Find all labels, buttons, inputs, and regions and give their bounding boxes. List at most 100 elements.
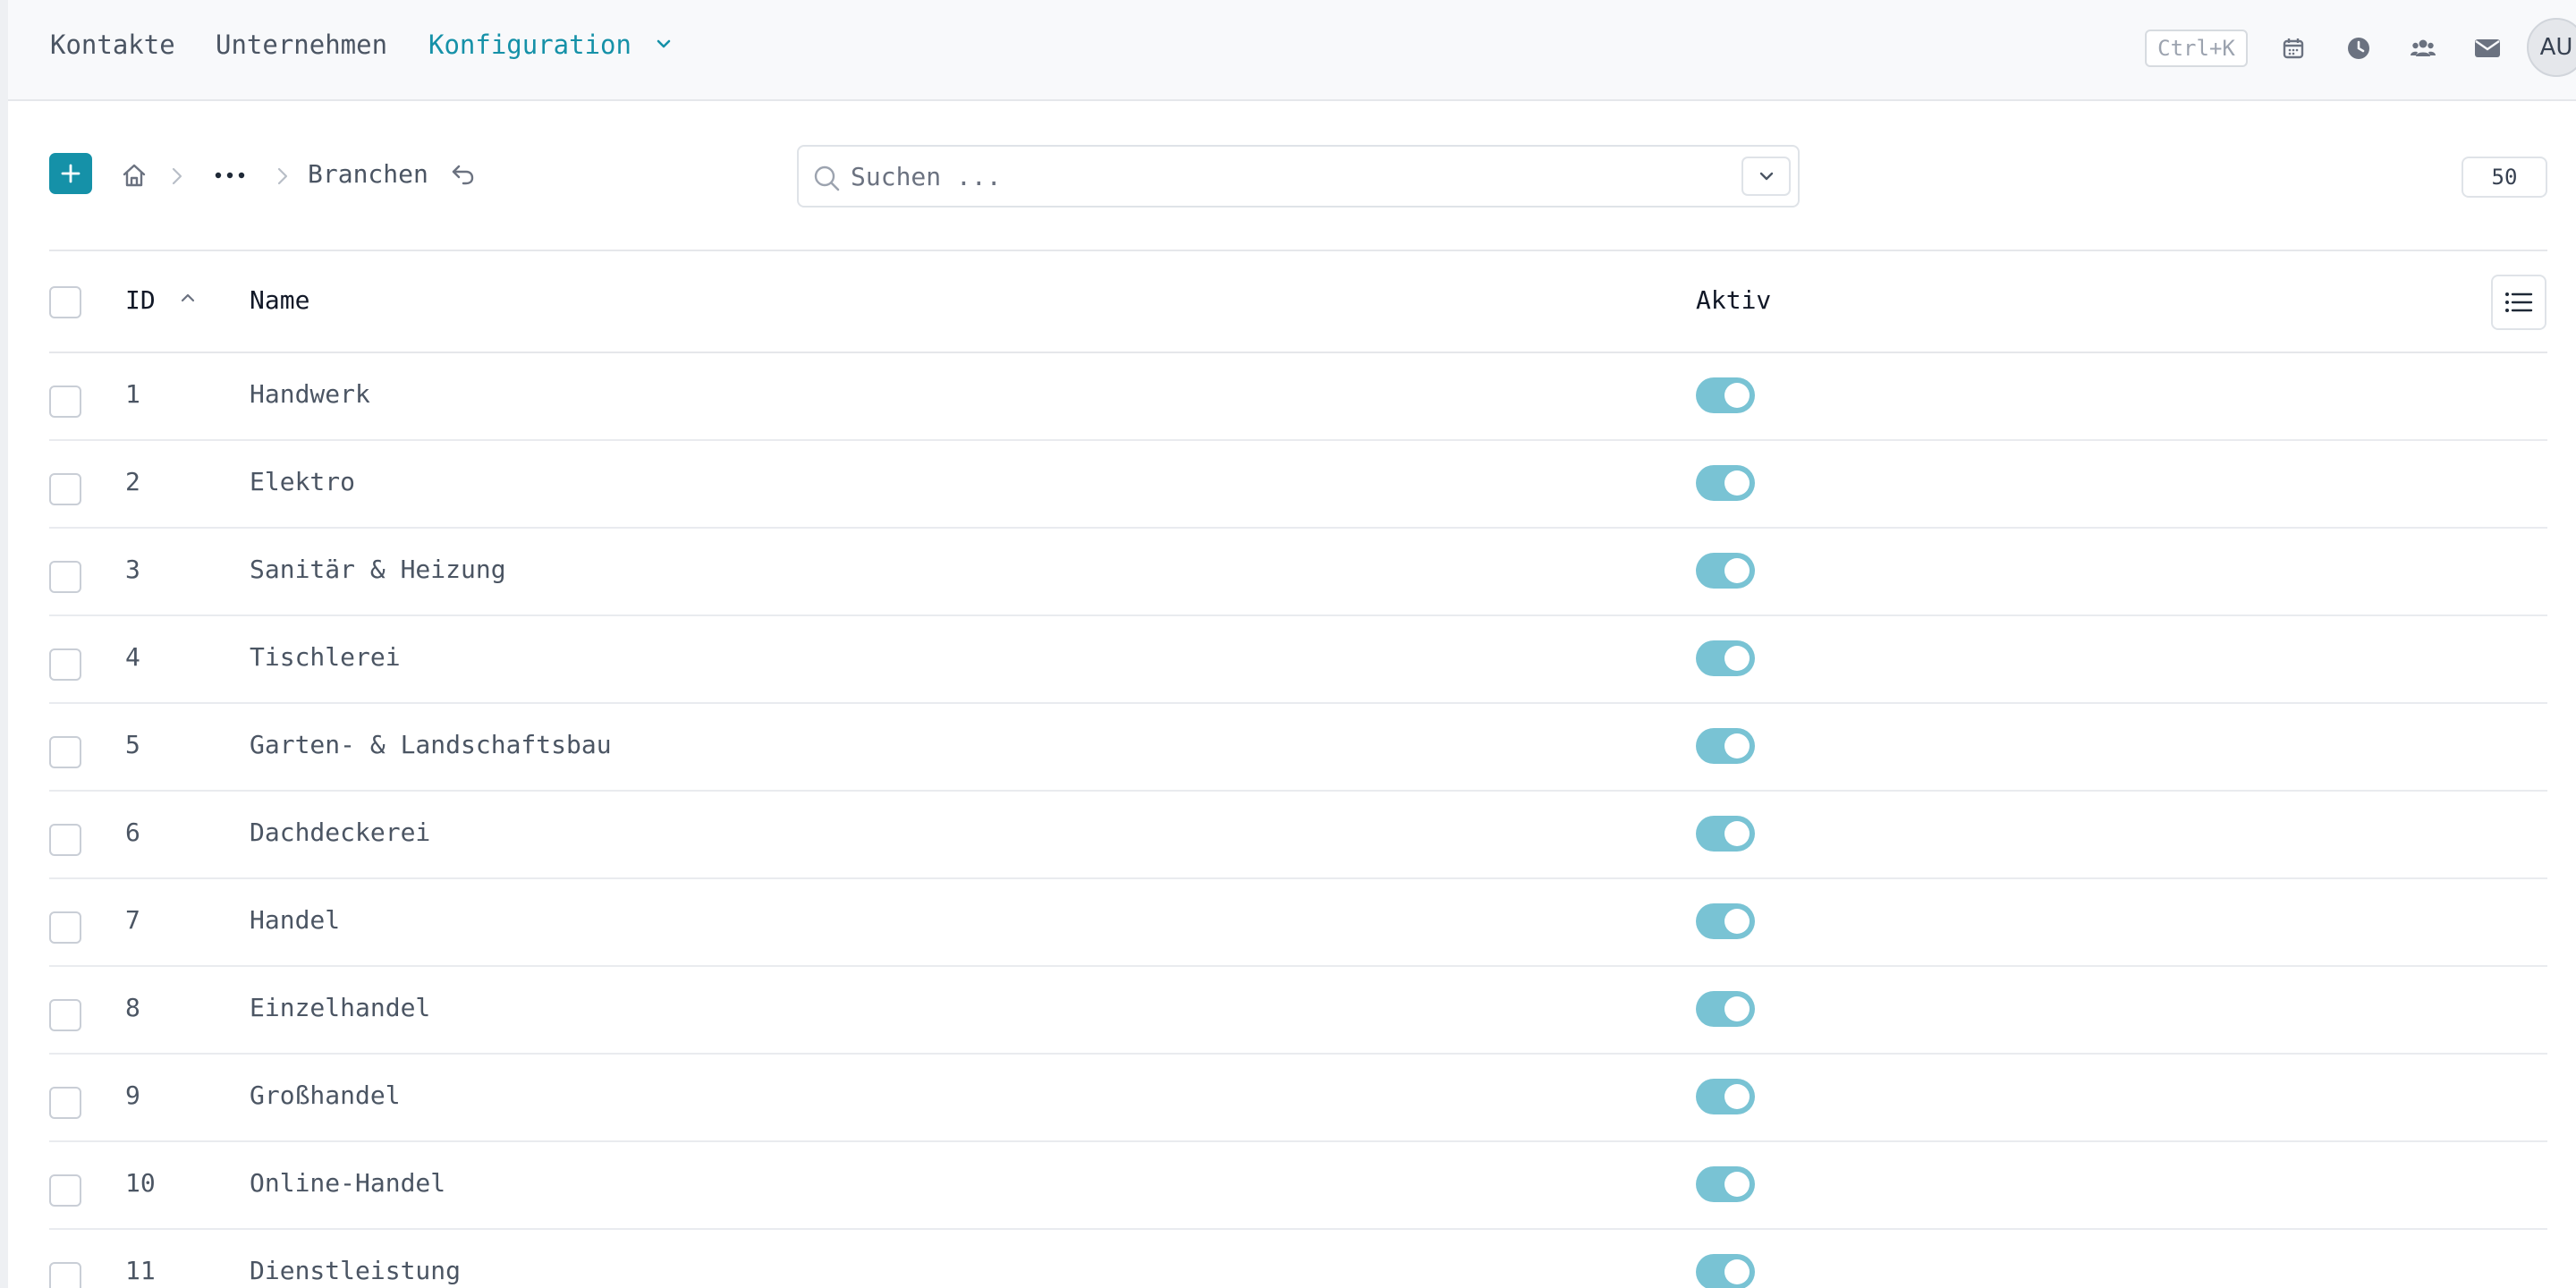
- table-row[interactable]: 11 Dienstleistung: [49, 1230, 2547, 1288]
- search-box: [797, 145, 1800, 208]
- left-edge-strip: [0, 0, 8, 1288]
- table-row[interactable]: 9 Großhandel: [49, 1055, 2547, 1142]
- table-body: 1 Handwerk 2 Elektro 3 Sanitär & Heizung 4 Tisc…: [49, 353, 2547, 1288]
- toggle-knob: [1724, 733, 1750, 758]
- row-checkbox[interactable]: [49, 473, 81, 505]
- active-toggle[interactable]: [1696, 1254, 1755, 1288]
- nav-item-konfiguration[interactable]: Konfiguration: [428, 30, 672, 60]
- search-icon: [814, 165, 840, 191]
- toggle-knob: [1724, 1259, 1750, 1284]
- row-id: 1: [125, 379, 140, 409]
- toggle-knob: [1724, 821, 1750, 846]
- nav-item-unternehmen[interactable]: Unternehmen: [216, 30, 387, 60]
- row-checkbox[interactable]: [49, 1262, 81, 1288]
- column-header-id-label: ID: [125, 285, 156, 315]
- users-icon[interactable]: [2408, 33, 2438, 64]
- top-navigation-bar: Kontakte Unternehmen Konfiguration Ctrl+…: [8, 0, 2576, 101]
- breadcrumb-current: Branchen: [308, 159, 428, 189]
- nav-item-konfiguration-label: Konfiguration: [428, 30, 631, 60]
- search-input[interactable]: [851, 156, 1709, 197]
- row-id: 4: [125, 642, 140, 672]
- row-name: Garten- & Landschaftsbau: [250, 730, 612, 759]
- row-checkbox[interactable]: [49, 648, 81, 681]
- row-id: 3: [125, 555, 140, 584]
- row-checkbox[interactable]: [49, 561, 81, 593]
- user-avatar[interactable]: AU: [2527, 18, 2576, 77]
- row-id: 2: [125, 467, 140, 496]
- mail-icon[interactable]: [2472, 33, 2503, 64]
- column-header-aktiv[interactable]: Aktiv: [1696, 285, 1771, 315]
- row-checkbox[interactable]: [49, 1174, 81, 1207]
- row-checkbox[interactable]: [49, 1087, 81, 1119]
- active-toggle[interactable]: [1696, 553, 1755, 589]
- row-name: Tischlerei: [250, 642, 401, 672]
- active-toggle[interactable]: [1696, 377, 1755, 413]
- row-id: 11: [125, 1256, 156, 1285]
- table-row[interactable]: 10 Online-Handel: [49, 1142, 2547, 1230]
- toggle-knob: [1724, 383, 1750, 408]
- row-checkbox[interactable]: [49, 736, 81, 768]
- page-size-select[interactable]: 50: [2462, 157, 2547, 198]
- row-id: 6: [125, 818, 140, 847]
- row-name: Einzelhandel: [250, 993, 431, 1022]
- search-filter-dropdown-button[interactable]: [1741, 157, 1791, 196]
- active-toggle[interactable]: [1696, 1079, 1755, 1114]
- row-name: Sanitär & Heizung: [250, 555, 506, 584]
- row-checkbox[interactable]: [49, 999, 81, 1031]
- row-name: Handel: [250, 905, 341, 935]
- row-id: 10: [125, 1168, 156, 1198]
- column-header-name[interactable]: Name: [250, 285, 309, 315]
- active-toggle[interactable]: [1696, 816, 1755, 852]
- column-settings-button[interactable]: [2491, 275, 2546, 330]
- row-name: Online-Handel: [250, 1168, 446, 1198]
- calendar-icon[interactable]: [2278, 33, 2309, 64]
- more-horizontal-icon[interactable]: [213, 166, 247, 184]
- row-name: Dienstleistung: [250, 1256, 462, 1285]
- search-shortcut-hint[interactable]: Ctrl+K: [2145, 30, 2248, 67]
- active-toggle[interactable]: [1696, 991, 1755, 1027]
- table-row[interactable]: 6 Dachdeckerei: [49, 792, 2547, 879]
- row-name: Großhandel: [250, 1080, 401, 1110]
- row-checkbox[interactable]: [49, 911, 81, 944]
- row-name: Elektro: [250, 467, 356, 496]
- clock-icon[interactable]: [2343, 33, 2374, 64]
- active-toggle[interactable]: [1696, 903, 1755, 939]
- row-id: 5: [125, 730, 140, 759]
- table-row[interactable]: 7 Handel: [49, 879, 2547, 967]
- chevron-down-icon: [1759, 172, 1773, 181]
- active-toggle[interactable]: [1696, 640, 1755, 676]
- row-id: 8: [125, 993, 140, 1022]
- table-row[interactable]: 4 Tischlerei: [49, 616, 2547, 704]
- breadcrumb-separator-icon: [172, 167, 182, 185]
- nav-item-kontakte[interactable]: Kontakte: [50, 30, 175, 60]
- row-name: Handwerk: [250, 379, 370, 409]
- table-row[interactable]: 1 Handwerk: [49, 353, 2547, 441]
- undo-icon[interactable]: [449, 159, 478, 188]
- toggle-knob: [1724, 996, 1750, 1021]
- table-header: ID Name Aktiv: [49, 251, 2547, 353]
- active-toggle[interactable]: [1696, 465, 1755, 501]
- toggle-knob: [1724, 909, 1750, 934]
- row-id: 9: [125, 1080, 140, 1110]
- sort-ascending-icon: [181, 293, 194, 302]
- toggle-knob: [1724, 1172, 1750, 1197]
- row-checkbox[interactable]: [49, 824, 81, 856]
- table-row[interactable]: 5 Garten- & Landschaftsbau: [49, 704, 2547, 792]
- active-toggle[interactable]: [1696, 1166, 1755, 1202]
- toggle-knob: [1724, 646, 1750, 671]
- chevron-down-icon: [657, 39, 671, 48]
- column-header-id[interactable]: ID: [125, 285, 196, 315]
- home-icon[interactable]: [120, 161, 148, 190]
- row-checkbox[interactable]: [49, 386, 81, 418]
- select-all-checkbox[interactable]: [49, 286, 81, 318]
- toggle-knob: [1724, 470, 1750, 496]
- breadcrumb-separator-icon: [277, 167, 288, 185]
- add-button[interactable]: [49, 153, 92, 194]
- table-row[interactable]: 3 Sanitär & Heizung: [49, 529, 2547, 616]
- plus-icon: [61, 164, 80, 183]
- table-row[interactable]: 8 Einzelhandel: [49, 967, 2547, 1055]
- table-row[interactable]: 2 Elektro: [49, 441, 2547, 529]
- row-id: 7: [125, 905, 140, 935]
- active-toggle[interactable]: [1696, 728, 1755, 764]
- toggle-knob: [1724, 558, 1750, 583]
